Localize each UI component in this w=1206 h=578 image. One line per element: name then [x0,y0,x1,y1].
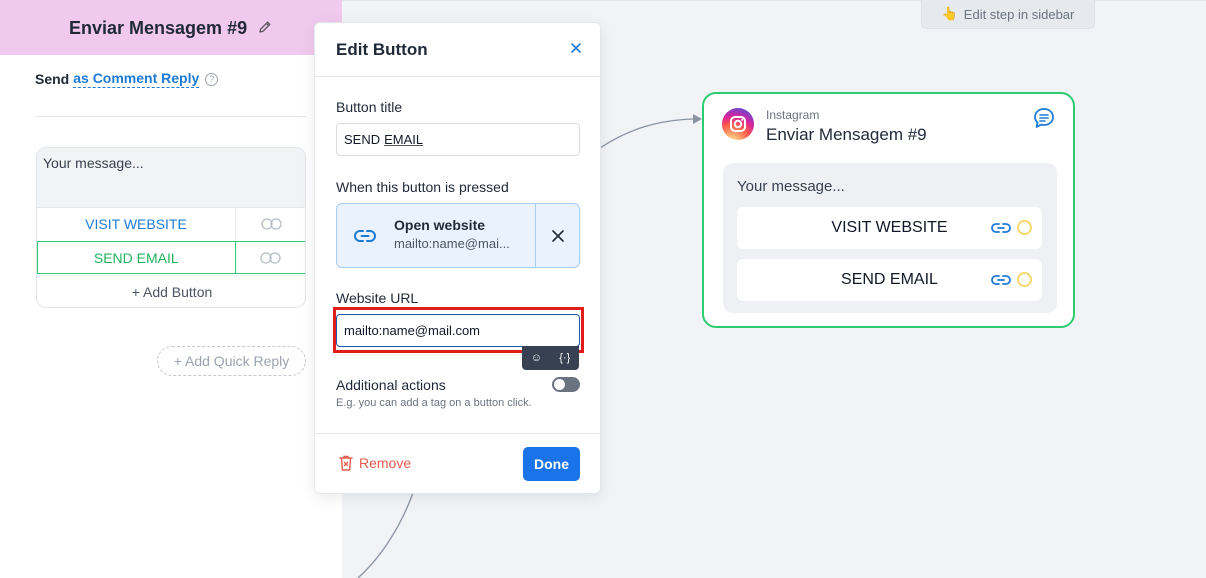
done-button[interactable]: Done [523,447,580,481]
button-title-text: SEND [344,132,381,147]
send-mode-line: Send as Comment Reply ? [35,70,219,88]
dialog-title: Edit Button [336,40,428,59]
additional-actions-hint: E.g. you can add a tag on a button click… [336,397,532,409]
remove-action-button[interactable] [535,204,579,267]
sidebar-button-visit-website[interactable]: VISIT WEBSITE [37,207,305,240]
dialog-header-divider [315,76,600,77]
flow-node-instagram[interactable]: Instagram Enviar Mensagem #9 Your messag… [702,92,1075,328]
trash-icon [339,455,353,471]
close-icon [551,229,564,242]
button-title-label: Button title [336,99,403,115]
pencil-icon[interactable] [258,20,272,34]
link-icon [991,274,1011,285]
node-button-label: SEND EMAIL [841,271,938,288]
remove-button[interactable]: Remove [339,455,411,471]
send-mode-link[interactable]: as Comment Reply [73,70,200,88]
send-prefix: Send [35,71,70,87]
node-button-label: VISIT WEBSITE [831,219,948,236]
chat-bubble-icon[interactable] [1033,107,1055,129]
add-button[interactable]: + Add Button [37,275,305,307]
action-value: mailto:name@mai... [394,236,510,251]
chain-link-icon[interactable] [234,242,305,273]
button-title-text-underlined: EMAIL [384,132,424,147]
sidebar-title[interactable]: Enviar Mensagem #9 [69,18,247,39]
sidebar-button-label: VISIT WEBSITE [85,216,187,232]
link-icon [354,230,376,242]
connection-handle[interactable] [1017,220,1032,235]
edit-step-hint[interactable]: 👆 Edit step in sidebar [921,0,1095,29]
node-message-body: Your message... VISIT WEBSITE SEND EMAIL [723,163,1057,313]
node-button-visit-website[interactable]: VISIT WEBSITE [737,207,1042,249]
help-icon[interactable]: ? [205,72,219,86]
node-button-send-email[interactable]: SEND EMAIL [737,259,1042,301]
node-message-text: Your message... [737,178,845,195]
button-title-input[interactable]: SEND EMAIL [336,123,580,156]
connection-handle[interactable] [1017,272,1032,287]
message-textarea[interactable]: Your message... [37,148,305,207]
additional-actions-toggle[interactable] [552,377,580,392]
action-name: Open website [394,217,486,233]
emoji-icon[interactable]: ☺ [531,352,542,364]
remove-button-label: Remove [359,455,412,471]
message-placeholder: Your message... [43,155,144,171]
pressed-action-label: When this button is pressed [336,179,509,195]
node-title: Enviar Mensagem #9 [766,125,927,144]
dialog-footer-divider [315,433,600,434]
sidebar-button-label: SEND EMAIL [93,249,179,266]
edit-button-dialog: Edit Button Button title SEND EMAIL When… [314,22,601,494]
website-url-label: Website URL [336,290,419,306]
close-icon[interactable] [569,41,583,55]
edit-step-hint-label: Edit step in sidebar [963,6,1075,22]
open-website-action[interactable]: Open website mailto:name@mai... [336,203,580,268]
input-tools: ☺ {·} [522,346,579,370]
message-card: Your message... VISIT WEBSITE SEND EMAIL… [36,147,306,308]
node-platform: Instagram [766,108,820,122]
link-icon [991,222,1011,233]
variable-icon[interactable]: {·} [559,352,570,364]
website-url-input[interactable] [336,314,580,347]
chain-link-icon[interactable] [235,208,305,240]
sidebar-divider [35,116,306,117]
sidebar-button-send-email[interactable]: SEND EMAIL [37,241,305,274]
instagram-icon [722,108,754,140]
step-sidebar: Enviar Mensagem #9 Send as Comment Reply… [0,0,342,578]
pointing-hand-icon: 👆 [941,6,958,21]
sidebar-header: Enviar Mensagem #9 [0,0,342,55]
additional-actions-label: Additional actions [336,377,446,393]
add-quick-reply-button[interactable]: + Add Quick Reply [157,346,306,376]
